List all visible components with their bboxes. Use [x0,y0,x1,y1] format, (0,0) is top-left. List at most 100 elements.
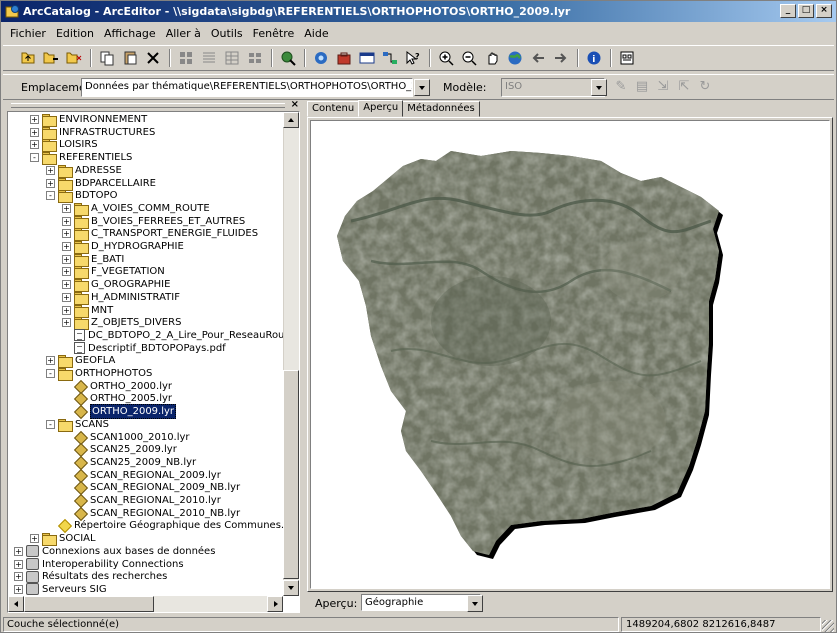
tree-node-label[interactable]: ORTHO_2000.lyr [90,380,172,393]
tree-node-label[interactable]: Répertoire Géographique des Communes.lyr [74,519,297,532]
expand-icon[interactable]: + [62,280,71,290]
tree-node[interactable]: SCAN_REGIONAL_2009.lyr [62,469,221,482]
tree-node-label[interactable]: BDPARCELLAIRE [75,177,156,190]
expand-icon[interactable]: + [14,559,23,569]
tab-apercu[interactable]: Aperçu [358,100,404,117]
expand-icon[interactable]: + [30,115,39,124]
tree-node-label[interactable]: SCANS [75,418,109,431]
tree-node-label[interactable]: ORTHOPHOTOS [75,367,152,380]
tree-node-label[interactable]: D_HYDROGRAPHIE [91,240,184,253]
collapse-icon[interactable]: - [30,153,39,163]
tree-node-label[interactable]: MNT [91,304,113,317]
tree-node[interactable]: SCAN_REGIONAL_2010_NB.lyr [62,507,240,520]
tree-node-label[interactable]: SCAN25_2009.lyr [90,443,177,456]
tree-node-label[interactable]: SCAN1000_2010.lyr [90,431,190,444]
tree-node[interactable]: + B_VOIES_FERREES_ET_AUTRES [62,215,245,229]
zoom-in-icon[interactable] [435,48,457,68]
back-icon[interactable] [527,48,549,68]
tree-node-label[interactable]: SCAN_REGIONAL_2010.lyr [90,494,221,507]
collapse-icon[interactable]: - [46,191,55,201]
menu-fichier[interactable]: Fichier [5,25,51,43]
forward-icon[interactable] [550,48,572,68]
tree-node-label[interactable]: E_BATI [91,253,124,266]
tree-node-label[interactable]: SCAN25_2009_NB.lyr [90,456,196,469]
tree-node-label[interactable]: Descriptif_BDTOPOPays.pdf [88,342,226,355]
close-button[interactable]: × [816,4,832,18]
tree-node[interactable]: + INFRASTRUCTURES [30,126,155,140]
update-metadata-icon[interactable]: ↻ [697,79,713,95]
expand-icon[interactable]: + [30,140,39,150]
delete-icon[interactable] [142,48,164,68]
tree-node[interactable]: Descriptif_BDTOPOPays.pdf [62,342,226,355]
tree-node[interactable]: - REFERENTIELS [30,151,132,166]
expand-icon[interactable]: + [62,292,71,302]
location-dropdown-button[interactable] [414,79,430,96]
tree-node[interactable]: ORTHO_2009.lyr [62,404,177,420]
menu-outils[interactable]: Outils [206,25,248,43]
scroll-right-button[interactable] [267,596,283,612]
tree-node-label[interactable]: ENVIRONNEMENT [59,113,147,126]
tree-node[interactable]: + ADRESSE [46,164,122,178]
tree-node[interactable]: + H_ADMINISTRATIF [62,291,180,305]
tree-node-label[interactable]: SCAN_REGIONAL_2010_NB.lyr [90,507,240,520]
tree-node[interactable]: + A_VOIES_COMM_ROUTE [62,202,210,216]
scroll-thumb[interactable] [283,370,299,579]
tree-node[interactable]: + MNT [62,304,113,318]
scroll-left-button[interactable] [8,596,24,612]
connect-folder-icon[interactable] [40,48,62,68]
expand-icon[interactable]: + [46,178,55,188]
minimize-button[interactable]: _ [780,4,796,18]
tree-node[interactable]: + G_OROGRAPHIE [62,278,170,293]
tree-horizontal-scrollbar[interactable] [8,596,283,612]
model-select[interactable]: ISO [501,78,605,97]
tree-node[interactable]: - ORTHOPHOTOS [46,367,152,381]
tree-node[interactable]: + E_BATI [62,253,124,267]
launch-arcmap-icon[interactable] [277,48,299,68]
edit-metadata-icon[interactable]: ✎ [613,79,629,95]
metadata-properties-icon[interactable]: ▤ [634,79,650,95]
menu-fenetre[interactable]: Fenêtre [248,25,300,43]
paste-icon[interactable] [119,48,141,68]
tree-node[interactable]: + LOISIRS [30,138,98,153]
expand-icon[interactable]: + [30,127,39,137]
expand-icon[interactable]: + [14,584,23,594]
expand-icon[interactable]: + [62,267,71,277]
orthophoto-preview[interactable] [310,120,830,589]
tree-node[interactable]: ORTHO_2000.lyr [62,380,172,393]
arctoolbox-icon[interactable] [333,48,355,68]
expand-icon[interactable]: + [30,534,39,544]
scroll-down-button[interactable] [283,580,299,596]
details-icon[interactable] [221,48,243,68]
up-one-level-icon[interactable] [17,48,39,68]
tree-node-label[interactable]: Connexions aux bases de données [42,545,215,558]
model-dropdown-button[interactable] [591,79,607,96]
tree-node[interactable]: - BDTOPO [46,189,117,204]
tree-node-label[interactable]: B_VOIES_FERREES_ET_AUTRES [91,215,245,228]
tree-node[interactable]: SCAN25_2009_NB.lyr [62,456,196,469]
expand-icon[interactable]: + [14,546,23,556]
export-metadata-icon[interactable]: ⇱ [676,79,692,95]
tree-node[interactable]: + BDPARCELLAIRE [46,177,156,191]
preview-mode-dropdown-button[interactable] [467,595,483,612]
tree-node[interactable]: + D_HYDROGRAPHIE [62,240,184,254]
large-icons-icon[interactable] [175,48,197,68]
tree-node-label[interactable]: REFERENTIELS [59,151,132,164]
tree-node[interactable]: + GEOFLA [46,354,115,369]
tree-node[interactable]: + Interoperability Connections [14,558,184,571]
thumbnails-icon[interactable] [244,48,266,68]
tree-node-label[interactable]: Serveurs SIG [42,583,107,596]
metadata-icon[interactable] [310,48,332,68]
expand-icon[interactable]: + [46,356,55,366]
tree-node[interactable]: Répertoire Géographique des Communes.lyr [46,519,297,532]
collapse-icon[interactable]: - [46,369,55,378]
whats-this-icon[interactable]: ? [402,48,424,68]
tree-node[interactable]: SCAN25_2009.lyr [62,443,177,456]
tree-node-label[interactable]: G_OROGRAPHIE [91,278,170,291]
resize-grip[interactable] [822,620,834,632]
tree-node-label[interactable]: GEOFLA [75,354,115,367]
tree-node[interactable]: + ENVIRONNEMENT [30,113,147,127]
full-extent-icon[interactable] [504,48,526,68]
tree-node[interactable]: + SOCIAL [30,532,96,547]
tree-node-label[interactable]: BDTOPO [75,189,117,202]
tree-node[interactable]: + Résultats des recherches [14,570,167,583]
